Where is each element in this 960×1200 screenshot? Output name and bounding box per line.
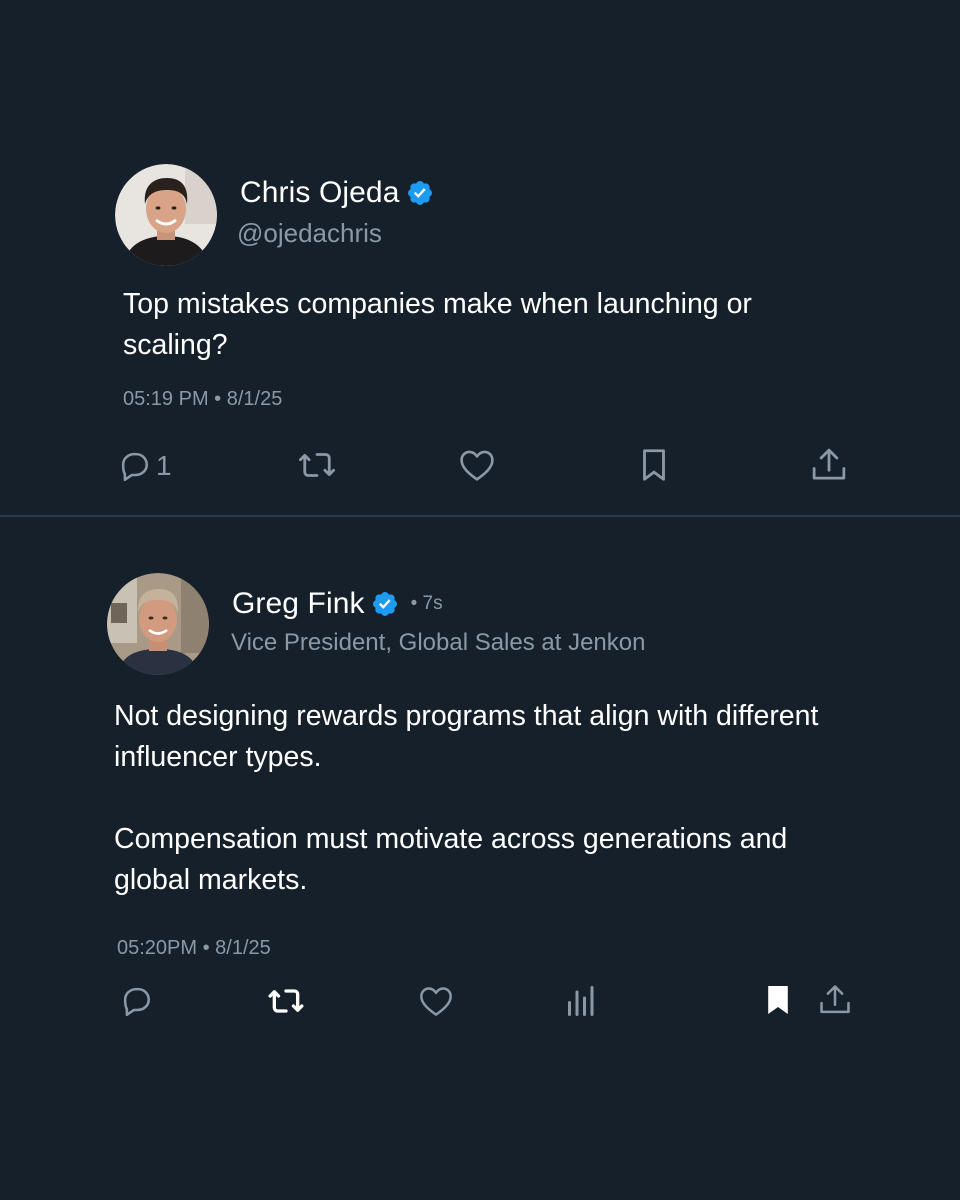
- reply-count: 1: [156, 450, 172, 481]
- like-icon: [416, 981, 456, 1021]
- reply-button[interactable]: [118, 982, 156, 1020]
- avatar[interactable]: [115, 164, 217, 266]
- author-name-row: Chris Ojeda: [240, 174, 434, 212]
- author-name-row: Greg Fink • 7s: [232, 585, 443, 623]
- author-display-name[interactable]: Greg Fink: [232, 587, 365, 621]
- retweet-icon: [295, 444, 339, 486]
- reply-icon: [116, 447, 154, 485]
- author-subtitle: Vice President, Global Sales at Jenkon: [231, 629, 646, 656]
- original-tweet: Chris Ojeda @ojedachris Top mistakes com…: [0, 0, 960, 516]
- retweet-button[interactable]: [266, 981, 306, 1021]
- tweet-screenshot: Chris Ojeda @ojedachris Top mistakes com…: [0, 0, 960, 1200]
- reply-tweet: Greg Fink • 7s Vice President, Global Sa…: [0, 517, 960, 1200]
- share-button[interactable]: [816, 981, 854, 1019]
- verified-badge-icon: [371, 590, 399, 618]
- reply-button[interactable]: 1: [116, 446, 172, 486]
- share-icon: [808, 444, 850, 486]
- relative-time[interactable]: • 7s: [411, 593, 443, 615]
- bookmark-icon: [638, 446, 670, 484]
- reply-icon: [118, 982, 156, 1020]
- like-button[interactable]: [455, 444, 499, 486]
- author-display-name[interactable]: Chris Ojeda: [240, 176, 400, 210]
- bookmark-button[interactable]: [764, 983, 792, 1017]
- retweet-button[interactable]: [295, 444, 339, 486]
- avatar[interactable]: [107, 573, 209, 675]
- retweet-icon: [266, 981, 306, 1021]
- tweet-text: Top mistakes companies make when launchi…: [123, 288, 752, 361]
- bookmark-filled-icon: [764, 983, 792, 1017]
- tweet-timestamp[interactable]: 05:19 PM • 8/1/25: [123, 388, 282, 411]
- views-button[interactable]: [564, 983, 596, 1019]
- verified-badge-icon: [406, 179, 434, 207]
- bookmark-button[interactable]: [638, 446, 670, 484]
- profile-photo-icon: [107, 573, 209, 675]
- profile-photo-icon: [115, 164, 217, 266]
- tweet-text: Not designing rewards programs that alig…: [114, 700, 819, 896]
- views-icon: [564, 983, 596, 1019]
- like-button[interactable]: [416, 981, 456, 1021]
- like-icon: [455, 444, 499, 486]
- tweet-timestamp[interactable]: 05:20PM • 8/1/25: [117, 937, 271, 960]
- share-button[interactable]: [808, 444, 850, 486]
- author-handle[interactable]: @ojedachris: [237, 218, 382, 249]
- share-icon: [816, 981, 854, 1019]
